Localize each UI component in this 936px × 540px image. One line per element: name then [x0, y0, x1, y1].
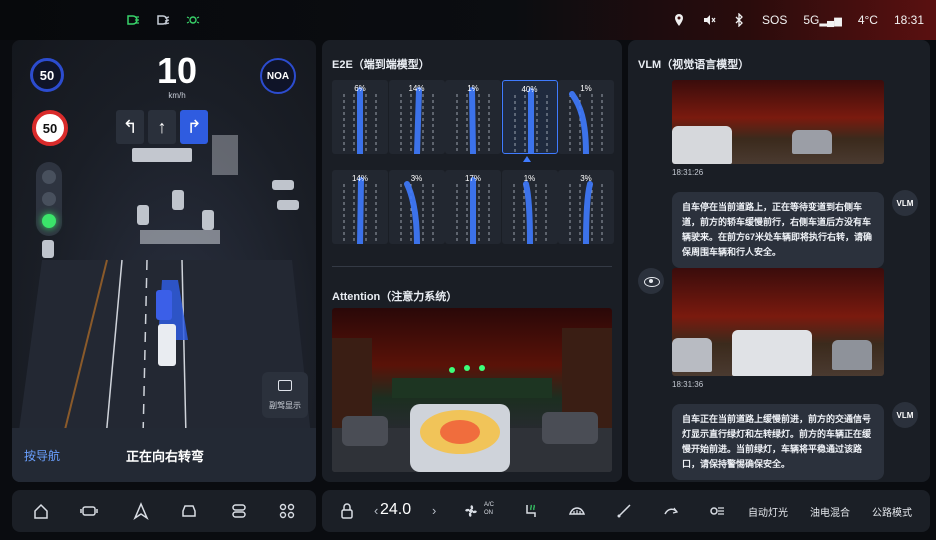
headlight-icon [127, 15, 139, 25]
status-left-icons [126, 13, 200, 27]
location-icon [675, 14, 683, 26]
temperature-decrease-button[interactable]: ‹ [374, 503, 378, 518]
attention-title: Attention（注意力系统） [332, 291, 458, 303]
vlm-message: 自车停在当前道路上，正在等待变道到右侧车道，前方的轿车缓慢前行，右侧车道后方没有… [672, 192, 884, 268]
navigation-panel: 50 10 km/h NOA 50 ↰ ↑ ↱ 副驾显示 按导航 正在向右转弯 [12, 40, 316, 482]
e2e-title: E2E（端到端模型） [332, 59, 430, 71]
trajectory-option[interactable]: 14% [388, 80, 445, 154]
trajectory-probability: 40% [521, 85, 538, 94]
lane-guidance: ↰ ↑ ↱ [116, 110, 208, 144]
signal-bars-icon: ▂▄▆ [819, 16, 842, 27]
traffic-light-icon [36, 162, 62, 236]
speed-unit: km/h [168, 91, 186, 100]
seat-heat-icon[interactable] [522, 502, 540, 520]
navigation-bar: 按导航 正在向右转弯 [12, 428, 316, 482]
car-front-icon[interactable] [180, 502, 198, 520]
passenger-display-button[interactable]: 副驾显示 [262, 372, 308, 418]
auto-light-button[interactable]: 自动灯光 [748, 504, 788, 519]
trajectory-option[interactable]: 6% [332, 80, 388, 154]
trajectory-option[interactable]: 1% [445, 80, 501, 154]
trajectory-option[interactable]: 1% [501, 170, 558, 244]
trajectory-option[interactable]: 40% [501, 80, 558, 154]
vlm-camera-frame-1 [672, 80, 884, 164]
signal-indicator: 5G▂▄▆ [803, 13, 842, 27]
eye-icon[interactable] [638, 268, 664, 294]
fan-icon[interactable] [462, 502, 480, 520]
vlm-title: VLM（视觉语言模型） [638, 59, 750, 71]
hybrid-mode-button[interactable]: 油电混合 [810, 504, 850, 519]
lock-icon[interactable] [338, 502, 356, 520]
sos-label[interactable]: SOS [762, 13, 787, 27]
clock: 18:31 [893, 13, 924, 27]
trajectory-probability: 3% [410, 174, 423, 183]
vlm-badge: VLM [892, 402, 918, 428]
trajectory-probability: 14% [408, 84, 425, 93]
vlm-camera-frame-2 [672, 268, 884, 376]
vlm-message: 自车正在当前道路上缓慢前进，前方的交通信号灯显示直行绿灯和左转绿灯。前方的车辆正… [672, 404, 884, 480]
temperature-increase-button[interactable]: › [432, 503, 436, 518]
message-timestamp: 18:31:26 [672, 168, 704, 177]
car-side-icon[interactable] [80, 502, 98, 520]
lane-right-turn-arrow: ↱ [180, 110, 208, 144]
trajectory-probability: 1% [580, 84, 592, 93]
attention-camera-view [332, 308, 612, 472]
road-speed-limit-sign: 50 [32, 110, 68, 146]
app-dock [12, 490, 316, 532]
lane-left-turn-arrow: ↰ [116, 110, 144, 144]
parking-light-icon [186, 16, 200, 24]
vlm-panel: VLM（视觉语言模型） 18:31:26 自车停在当前道路上，正在等待变道到右侧… [628, 40, 930, 482]
vlm-badge: VLM [892, 190, 918, 216]
speed-limit-sign: 50 [30, 58, 64, 92]
trajectory-probability: 3% [580, 174, 592, 183]
road-mode-button[interactable]: 公路模式 [872, 504, 912, 519]
headlight-adjust-icon[interactable] [708, 502, 726, 520]
cabin-temperature: 24.0 [380, 501, 412, 518]
e2e-panel: E2E（端到端模型） 6% 14% 1% 40% 1% 14% 3% 17% 1% 3% Atte… [322, 40, 622, 482]
home-icon[interactable] [32, 502, 50, 520]
navigation-icon[interactable] [132, 502, 150, 520]
status-right: SOS 5G▂▄▆ 4°C 18:31 [672, 13, 924, 27]
trajectory-probability: 6% [354, 84, 366, 93]
screen-icon [278, 380, 292, 391]
status-bar: SOS 5G▂▄▆ 4°C 18:31 [0, 0, 936, 40]
trajectory-probability: 14% [351, 174, 368, 183]
lane-straight-arrow: ↑ [148, 110, 176, 144]
trajectory-option[interactable]: 3% [558, 170, 614, 244]
bluetooth-icon [735, 13, 743, 27]
trajectory-probability: 17% [464, 174, 481, 183]
trajectory-probability: 1% [523, 174, 536, 183]
apps-grid-icon[interactable] [278, 502, 296, 520]
trajectory-option[interactable]: 1% [558, 80, 614, 154]
controls-icon[interactable] [230, 502, 248, 520]
ac-status[interactable]: A/C ON [484, 501, 494, 517]
trajectory-option[interactable]: 17% [445, 170, 501, 244]
mute-icon [704, 15, 716, 25]
climate-dock: ‹ 24.0 › A/C ON 自动灯光 油电混合 公路模式 [322, 490, 930, 532]
mirror-fold-icon[interactable] [662, 502, 680, 520]
divider [332, 266, 612, 267]
wiper-icon[interactable] [616, 502, 634, 520]
attention-scene [332, 328, 612, 472]
windshield-defrost-icon[interactable] [568, 502, 586, 520]
trajectory-option[interactable]: 14% [332, 170, 388, 244]
high-beam-icon [157, 15, 170, 25]
trajectory-option[interactable]: 3% [388, 170, 445, 244]
current-speed: 10 [156, 50, 198, 91]
navigate-button[interactable]: 按导航 [24, 447, 60, 464]
trajectory-probability: 1% [467, 84, 479, 93]
navigation-status: 正在向右转弯 [126, 449, 205, 464]
outside-temperature: 4°C [857, 13, 878, 27]
message-timestamp: 18:31:36 [672, 380, 704, 389]
noa-badge[interactable]: NOA [260, 58, 296, 94]
selected-trajectory-marker [523, 156, 531, 162]
